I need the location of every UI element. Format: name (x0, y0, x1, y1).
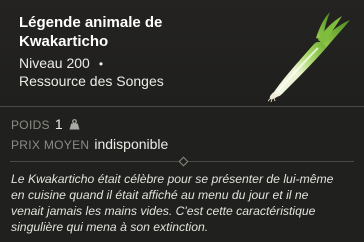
description-line-1: Le Kwakarticho était célèbre pour se pré… (11, 172, 334, 186)
description-line-2: en cuisine quand il était affiché au men… (11, 188, 309, 202)
item-stats: POIDS 1 PRIX MOYEN indisponible (11, 116, 168, 156)
description-line-3: venait jamais les mains vides. C'est cet… (11, 204, 316, 218)
leek-icon (268, 12, 350, 102)
item-tooltip: Légende animale de Kwakarticho Niveau 20… (0, 0, 364, 242)
item-level-row: Niveau 200 • (19, 54, 103, 73)
separator-dot: • (98, 57, 104, 71)
item-title: Légende animale de Kwakarticho (19, 13, 219, 51)
weight-row: POIDS 1 (11, 116, 168, 136)
price-label: PRIX MOYEN (11, 138, 90, 152)
item-title-line-1: Légende animale de (19, 14, 163, 31)
item-description: Le Kwakarticho était célèbre pour se pré… (11, 171, 357, 235)
item-title-line-2: Kwakarticho (19, 33, 109, 50)
weight-label: POIDS (11, 118, 50, 132)
section-divider (10, 156, 354, 167)
item-header: Légende animale de Kwakarticho Niveau 20… (0, 0, 364, 107)
divider-diamond-icon (178, 156, 189, 167)
price-value: indisponible (94, 136, 169, 152)
item-category: Ressource des Songes (19, 73, 164, 89)
price-row: PRIX MOYEN indisponible (11, 136, 168, 156)
weight-icon (69, 119, 80, 130)
item-level: Niveau 200 (19, 55, 90, 71)
weight-value: 1 (54, 116, 63, 132)
description-line-4: singulière qui mena à son extinction. (11, 220, 209, 234)
